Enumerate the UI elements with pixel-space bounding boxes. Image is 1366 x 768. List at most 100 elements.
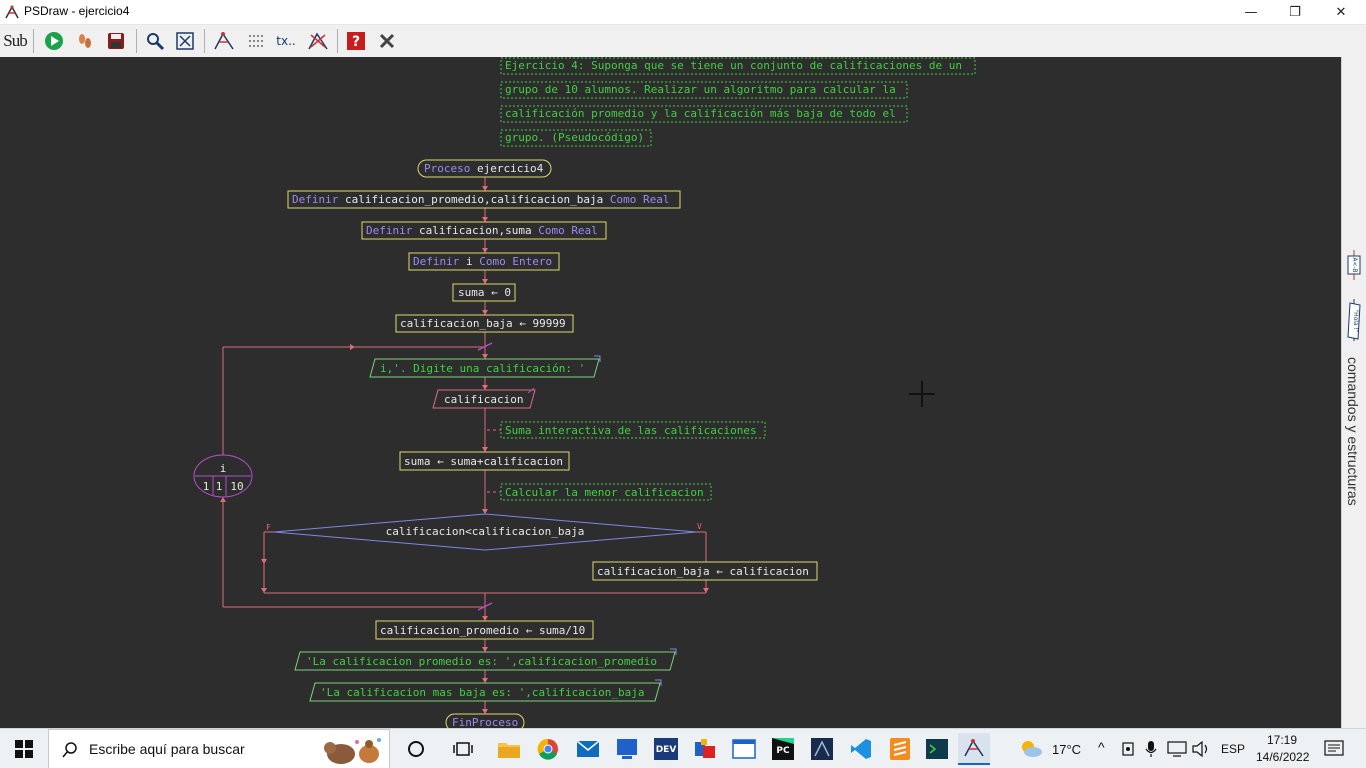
diagram-settings-button[interactable] xyxy=(304,27,332,55)
windows-logo-icon xyxy=(15,740,33,758)
escribir-promedio-block[interactable]: 'La calificacion promedio es: ',califica… xyxy=(294,648,677,671)
comment-suma[interactable]: Suma interactiva de las calificaciones xyxy=(500,421,766,439)
close-window-button[interactable]: ✕ xyxy=(1318,0,1364,24)
dotted-lines-icon xyxy=(249,35,263,47)
help-button[interactable]: ? xyxy=(342,27,370,55)
loop-var: i xyxy=(220,462,227,475)
para-loop-block[interactable]: i 1 1 10 xyxy=(193,454,253,498)
assign-baja-block[interactable]: calificacion_baja ← 99999 xyxy=(395,314,574,333)
escribir-prompt-block[interactable]: i,'. Digite una calificación: ' xyxy=(369,355,601,378)
weather-temperature[interactable]: 17°C xyxy=(1052,742,1081,757)
toolbar-separator xyxy=(33,29,34,53)
comments-toggle-button[interactable] xyxy=(242,27,270,55)
sublime-icon xyxy=(890,738,910,760)
escribir-prompt-text: i,'. Digite una calificación: ' xyxy=(380,362,585,375)
fin-proceso[interactable]: FinProceso xyxy=(445,713,525,728)
show-hidden-icons-chevron-icon[interactable]: ^ xyxy=(1098,739,1105,755)
psdraw-taskbar-icon xyxy=(964,739,984,757)
task-view-button[interactable] xyxy=(447,733,479,765)
exercise-comment[interactable]: Ejercicio 4: Suponga que se tiene un con… xyxy=(500,57,976,147)
step-by-step-button[interactable] xyxy=(71,27,99,55)
taskbar-psdraw-active[interactable] xyxy=(958,733,990,765)
taskbar-app-dark[interactable] xyxy=(806,733,838,765)
draw-diagram-button[interactable] xyxy=(210,27,238,55)
taskbar-app-red[interactable] xyxy=(689,733,721,765)
weather-cloud-icon[interactable] xyxy=(1018,739,1044,759)
clock-date[interactable]: 14/6/2022 xyxy=(1256,750,1309,764)
escribir-promedio-text: 'La calificacion promedio es: ',califica… xyxy=(306,655,657,668)
proceso-start[interactable]: Proceso ejercicio4 xyxy=(417,159,552,178)
assign-acum-block[interactable]: suma ← suma+calificacion xyxy=(399,451,570,471)
network-status-icon[interactable] xyxy=(1121,741,1135,757)
maximize-button[interactable]: ❐ xyxy=(1272,0,1318,24)
search-icon xyxy=(62,742,77,758)
toolbar-separator xyxy=(337,29,338,53)
assign-suma-text: suma ← 0 xyxy=(458,286,511,299)
svg-text:Proceso ejercicio4: Proceso ejercicio4 xyxy=(424,162,544,175)
side-panel[interactable]: A<-B "Hola !" comandos y estructuras xyxy=(1341,57,1366,728)
svg-text:DEV: DEV xyxy=(656,745,677,755)
microphone-icon[interactable] xyxy=(1145,740,1157,758)
taskbar-pycharm[interactable]: PC xyxy=(767,733,799,765)
taskbar-file-explorer[interactable] xyxy=(493,733,525,765)
zoom-button[interactable] xyxy=(141,27,169,55)
subprocess-button[interactable]: Sub xyxy=(1,27,29,55)
comment-menor-text: Calcular la menor calificacion xyxy=(505,486,704,499)
write-shape-tab-icon[interactable]: "Hola !" xyxy=(1344,297,1364,343)
taskbar-terminal[interactable] xyxy=(921,733,953,765)
toolbar: Sub tx.. ? xyxy=(0,25,1366,58)
decision-block[interactable]: calificacion<calificacion_baja F V xyxy=(266,513,702,551)
folder-icon xyxy=(498,743,520,758)
loop-from: 1 xyxy=(203,480,210,493)
definir-type: Como Real xyxy=(532,224,598,237)
comment-menor[interactable]: Calcular la menor calificacion xyxy=(500,483,712,501)
definir-block-1[interactable]: Definir calificacion_promedio,calificaci… xyxy=(287,190,681,209)
assign-min-block[interactable]: calificacion_baja ← calificacion xyxy=(592,561,818,581)
taskbar-app-blue[interactable] xyxy=(611,733,643,765)
escribir-baja-block[interactable]: 'La calificacion mas baja es: ',califica… xyxy=(309,679,662,702)
text-mode-button[interactable]: tx.. xyxy=(272,27,300,55)
chrome-icon xyxy=(537,738,558,760)
cortana-button[interactable] xyxy=(400,733,432,765)
decision-true-label: V xyxy=(697,522,702,531)
notifications-icon[interactable] xyxy=(1324,740,1344,758)
definir-block-2[interactable]: Definir calificacion,suma Como Real xyxy=(361,221,607,240)
svg-text:Definir calificacion,suma Como: Definir calificacion,suma Como Real xyxy=(366,224,598,237)
taskbar-search-box[interactable]: Escribe aquí para buscar xyxy=(48,729,390,768)
comment-line-4: grupo. (Pseudocódigo) xyxy=(505,131,644,144)
leer-block[interactable]: calificacion xyxy=(432,387,536,409)
cortana-circle-icon xyxy=(408,741,424,757)
taskbar-sublime[interactable] xyxy=(884,733,916,765)
save-button[interactable] xyxy=(102,27,130,55)
tab-write-label: "Hola !" xyxy=(1352,309,1359,333)
assign-shape-tab-icon[interactable]: A<-B xyxy=(1344,247,1364,283)
definir-vars: calificacion,suma xyxy=(412,224,531,237)
language-indicator[interactable]: ESP xyxy=(1221,742,1245,756)
terminal-icon xyxy=(926,739,948,759)
close-icon xyxy=(379,33,395,49)
taskbar-chrome[interactable] xyxy=(532,733,564,765)
taskbar-mail[interactable] xyxy=(572,733,604,765)
assign-suma-block[interactable]: suma ← 0 xyxy=(452,283,516,302)
loop-step: 1 xyxy=(216,480,223,493)
minimize-button[interactable]: — xyxy=(1228,0,1274,24)
assign-prom-block[interactable]: calificacion_promedio ← suma/10 xyxy=(375,620,594,640)
wired-network-icon[interactable] xyxy=(1167,741,1187,757)
side-panel-label: comandos y estructuras xyxy=(1345,357,1361,506)
taskbar: Escribe aquí para buscar DEV PC 17°C ^ E… xyxy=(0,728,1366,768)
volume-icon[interactable] xyxy=(1192,741,1210,757)
assign-min-text: calificacion_baja ← calificacion xyxy=(597,565,809,578)
flowchart-canvas[interactable]: Ejercicio 4: Suponga que se tiene un con… xyxy=(0,57,1341,728)
start-button[interactable] xyxy=(8,733,40,765)
comment-line-1: Ejercicio 4: Suponga que se tiene un con… xyxy=(505,59,962,72)
magnifier-icon xyxy=(147,33,165,51)
definir-block-3[interactable]: Definir i Como Entero xyxy=(408,252,560,271)
clock-time[interactable]: 17:19 xyxy=(1267,733,1297,747)
run-button[interactable] xyxy=(40,27,68,55)
taskbar-devcpp[interactable]: DEV xyxy=(650,733,682,765)
taskbar-app-window[interactable] xyxy=(728,733,760,765)
fit-view-button[interactable] xyxy=(171,27,199,55)
svg-text:Definir calificacion_promedio,: Definir calificacion_promedio,calificaci… xyxy=(292,193,670,206)
taskbar-vscode[interactable] xyxy=(845,733,877,765)
close-diagram-button[interactable] xyxy=(373,27,401,55)
